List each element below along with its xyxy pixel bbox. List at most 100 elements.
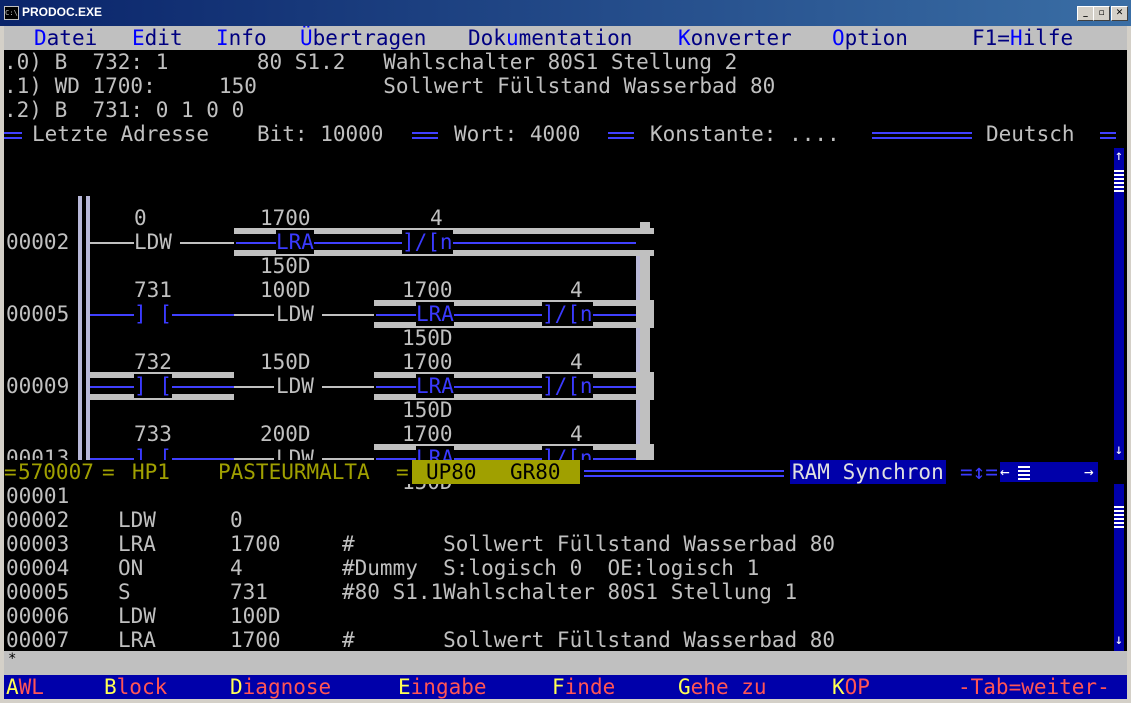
menu-item-label: ilfe	[1022, 26, 1074, 50]
awl-row[interactable]: 00007 LRA 1700 # Sollwert Füllstand Wasserb…	[4, 628, 1104, 652]
output-coil[interactable]: ]/[n	[402, 230, 453, 254]
awl-scroll-thumb[interactable]	[1114, 504, 1124, 528]
menu-item-6[interactable]: Option	[832, 26, 908, 50]
wire	[322, 314, 374, 316]
left-power-rail	[78, 196, 82, 460]
scroll-up-arrow-icon[interactable]: ↑	[1114, 148, 1124, 164]
menu-item-1[interactable]: Edit	[132, 26, 183, 50]
menu-hotkey: Ü	[300, 26, 313, 50]
minimize-button[interactable]: _	[1077, 6, 1094, 21]
menu-item-7[interactable]: F1=Hilfe	[972, 26, 1073, 50]
fkey-3[interactable]: Eingabe	[398, 675, 487, 699]
menu-bar: Datei Edit Info Übertragen Dokumentation Konv…	[4, 26, 1127, 50]
awl-line-number: 00006	[6, 604, 70, 628]
menu-item-2[interactable]: Info	[216, 26, 267, 50]
awl-line-number: 00001	[6, 484, 70, 508]
output-coil[interactable]: ]/[n	[542, 374, 593, 398]
awl-comment: #Dummy S:logisch 0 OE:logisch 1	[342, 556, 760, 580]
scroll-thumb[interactable]	[1114, 168, 1124, 192]
maximize-button[interactable]: ▫	[1093, 6, 1110, 21]
output-address: 4	[570, 278, 583, 302]
awl-operation: LRA	[118, 532, 156, 556]
menu-item-label: onverter	[690, 26, 792, 50]
last-address-label: Letzte Adresse	[32, 122, 210, 146]
awl-line-number: 00003	[6, 532, 70, 556]
awl-listing[interactable]: 00001 00002 LDW 0 00003 LRA 1700 # Sollwert Fül…	[4, 484, 1114, 652]
menu-item-0[interactable]: Datei	[34, 26, 97, 50]
menu-hotkey: H	[1009, 26, 1023, 50]
awl-scrollbar[interactable]: ↓	[1114, 484, 1124, 652]
awl-operand: 100D	[230, 604, 281, 628]
address-bar: Letzte Adresse Bit: 10000 Wort: 4000 Kon…	[4, 122, 1127, 146]
title-bar: C:\ PRODOC.EXE _ ▫ ✕	[0, 0, 1131, 26]
lra-instruction[interactable]: LRA	[416, 302, 454, 326]
contact-address: 733	[134, 422, 172, 446]
awl-operand: 0	[230, 508, 243, 532]
scroll-down-arrow-icon[interactable]: ↓	[1114, 442, 1124, 458]
fkey-hotkey: B	[104, 675, 117, 699]
fkey-hotkey: A	[6, 675, 19, 699]
menu-item-5[interactable]: Konverter	[678, 26, 792, 50]
output-address: 4	[570, 350, 583, 374]
awl-row[interactable]: 00006 LDW 100D	[4, 604, 1104, 628]
fkey-hotkey: K	[832, 675, 845, 699]
awl-operation: S	[118, 580, 131, 604]
awl-scroll-down-icon[interactable]: ↓	[1114, 632, 1124, 648]
awl-row[interactable]: 00002 LDW 0	[4, 508, 1104, 532]
wire	[180, 242, 234, 244]
fkey-label: ehe zu	[690, 675, 767, 699]
lra-instruction[interactable]: LRA	[276, 230, 314, 254]
contact-symbol[interactable]: ] [	[134, 302, 172, 326]
program-name: PASTEURMALTA	[218, 460, 370, 484]
lra-bottom-address: 150D	[260, 254, 311, 278]
ldw-address: 100D	[260, 278, 311, 302]
fkey-label: OP	[844, 675, 870, 699]
left-power-rail-inner	[86, 196, 90, 460]
menu-item-3[interactable]: Übertragen	[300, 26, 426, 50]
fkey-0[interactable]: AWL	[6, 675, 44, 699]
lra-address: 1700	[402, 278, 453, 302]
fkey-4[interactable]: Finde	[552, 675, 615, 699]
wire	[376, 386, 636, 388]
awl-operand: 731	[230, 580, 268, 604]
awl-row[interactable]: 00003 LRA 1700 # Sollwert Füllstand Wasserb…	[4, 532, 1104, 556]
menu-item-label: bertragen	[312, 26, 427, 50]
lra-instruction[interactable]: LRA	[416, 374, 454, 398]
menu-item-4[interactable]: Dokumentation	[468, 26, 632, 50]
awl-row[interactable]: 00005 S 731 #80 S1.1Wahlschalter 80S1 Stell…	[4, 580, 1104, 604]
close-button[interactable]: ✕	[1111, 6, 1128, 21]
status-bar: = 570007 = HP1 PASTEURMALTA = UP80 GR80 …	[4, 460, 1127, 484]
ldw-instruction: LDW	[134, 230, 172, 254]
fkey-1[interactable]: Block	[104, 675, 167, 699]
fkey-6[interactable]: KOP	[832, 675, 870, 699]
console-area[interactable]: Datei Edit Info Übertragen Dokumentation Konv…	[4, 26, 1127, 699]
awl-row[interactable]: 00004 ON 4 #Dummy S:logisch 0 OE:logisch 1	[4, 556, 1104, 580]
scroll-right-arrow-icon[interactable]: →	[1084, 460, 1094, 484]
output-coil[interactable]: ]/[n	[542, 302, 593, 326]
wire	[90, 242, 134, 244]
wire	[234, 386, 274, 388]
language-indicator: Deutsch	[986, 122, 1075, 146]
ladder-line-number: 00009	[6, 374, 70, 398]
contact-address: 731	[134, 278, 172, 302]
fkey-2[interactable]: Diagnose	[230, 675, 331, 699]
scroll-left-arrow-icon[interactable]: ←	[1000, 460, 1010, 484]
awl-operation: LRA	[118, 628, 156, 652]
menu-item-label: atei	[46, 26, 98, 50]
fkey-5[interactable]: Gehe zu	[678, 675, 767, 699]
contact-symbol[interactable]: ] [	[134, 374, 172, 398]
console-app-icon[interactable]: C:\	[4, 6, 19, 20]
ldw-address: 200D	[260, 422, 311, 446]
horizontal-scrollbar[interactable]: ← →	[1000, 462, 1098, 482]
hscroll-thumb[interactable]	[1018, 464, 1030, 480]
awl-line-number: 00004	[6, 556, 70, 580]
command-line[interactable]: *	[4, 651, 1127, 675]
awl-comment: #80 S1.1Wahlschalter 80S1 Stellung 1	[342, 580, 798, 604]
menu-hotkey: D	[34, 26, 47, 50]
awl-line-number: 00005	[6, 580, 70, 604]
lra-address: 1700	[402, 422, 453, 446]
ladder-scrollbar[interactable]: ↑ ↓	[1114, 148, 1124, 460]
ladder-diagram[interactable]: 00002 0 LDW 1700 LRA 150D]/[n 4 00005 731] [LDW 1…	[4, 146, 1114, 494]
fkey-label: lock	[116, 675, 168, 699]
awl-row[interactable]: 00001	[4, 484, 1104, 508]
